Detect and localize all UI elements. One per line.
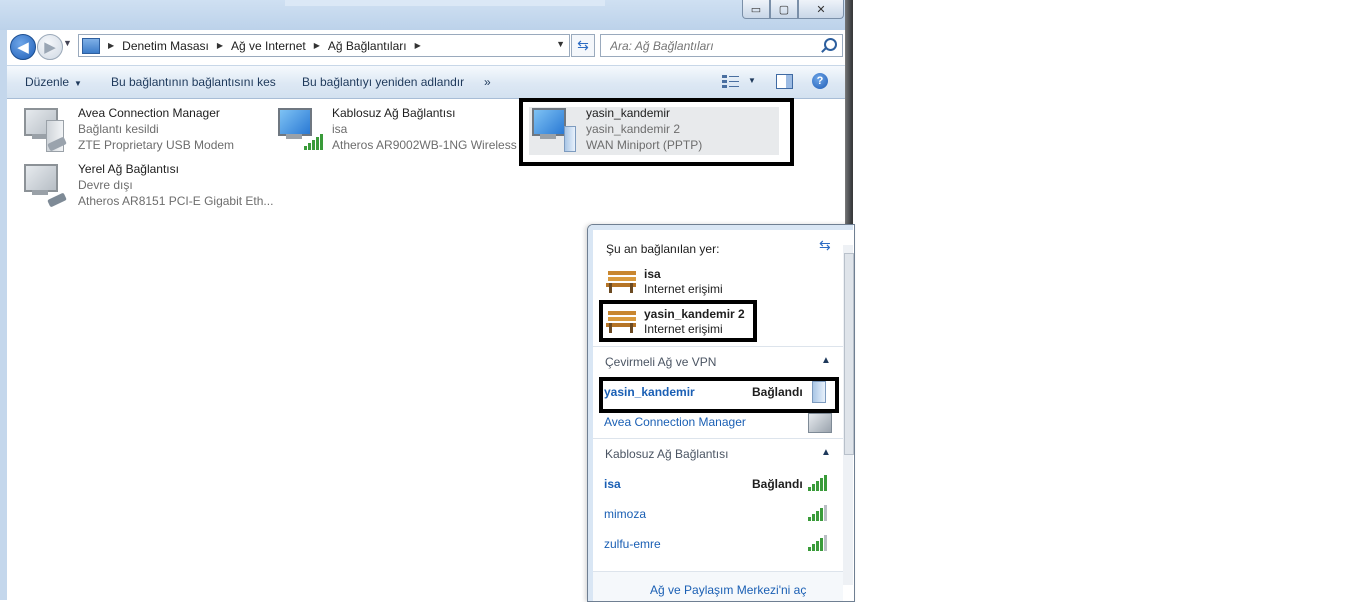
chevron-up-icon[interactable]: ▲ [821,355,831,366]
wifi-network-item[interactable]: zulfu-emre [604,537,661,551]
command-bar: Düzenle ▼ Bu bağlantının bağlantısını kes… [7,65,845,99]
signal-strength-icon [808,473,830,491]
dialup-vpn-section[interactable]: Çevirmeli Ağ ve VPN ▲ [593,346,843,375]
current-network-access: Internet erişimi [644,322,723,336]
search-box[interactable] [600,34,843,57]
connection-name: Kablosuz Ağ Bağlantısı [332,106,456,120]
connection-state: Bağlandı [752,385,803,399]
refresh-icon: ⇆ [577,37,589,53]
currently-connected-heading: Şu an bağlanılan yer: [606,242,720,256]
vpn-connection-item[interactable]: yasin_kandemir [604,385,695,399]
connection-status: isa [332,122,348,136]
connection-device: Atheros AR9002WB-1NG Wireless ... [332,138,531,152]
connection-name: Yerel Ağ Bağlantısı [78,162,179,176]
refresh-icon[interactable]: ⇆ [819,237,831,254]
signal-strength-icon [808,503,830,521]
rename-button[interactable]: Bu bağlantıyı yeniden adlandır [302,75,464,89]
maximize-button[interactable]: ▢ [770,0,798,19]
chevron-down-icon: ▼ [74,79,82,88]
refresh-button[interactable]: ⇆ [571,34,595,57]
address-dropdown-icon[interactable]: ▼ [556,39,565,49]
vpn-icon [812,381,826,403]
title-glow [285,0,605,6]
wireless-icon [276,106,324,154]
chevron-up-icon[interactable]: ▲ [821,447,831,458]
connection-device: Atheros AR8151 PCI-E Gigabit Eth... [78,194,274,208]
help-icon[interactable]: ? [812,73,828,89]
connection-ethernet[interactable]: Yerel Ağ Bağlantısı Devre dışı Atheros A… [22,162,274,218]
open-network-sharing-center-link[interactable]: Ağ ve Paylaşım Merkezi'ni aç [593,571,843,601]
wifi-network-item[interactable]: isa [604,477,621,491]
wireless-section[interactable]: Kablosuz Ağ Bağlantısı ▲ [593,438,843,467]
connection-state: Bağlandı [752,477,803,491]
breadcrumb-network-connections[interactable]: Ağ Bağlantıları [328,39,407,53]
control-panel-icon [82,37,100,54]
breadcrumb-separator-icon[interactable]: ▶ [314,41,320,50]
minimize-button[interactable]: ▭ [742,0,770,19]
signal-strength-icon [808,533,830,551]
screen-edge [845,0,853,230]
section-title: Çevirmeli Ağ ve VPN [605,355,717,369]
change-view-icon[interactable] [722,74,739,88]
connection-wireless[interactable]: Kablosuz Ağ Bağlantısı isa Atheros AR900… [276,106,530,162]
connection-name: yasin_kandemir [586,106,671,120]
preview-pane-icon[interactable] [776,74,793,89]
connection-device: ZTE Proprietary USB Modem [78,138,235,152]
address-bar[interactable]: ▶ Denetim Masası ▶ Ağ ve Internet ▶ Ağ B… [78,34,570,57]
back-arrow-icon: ◀ [17,39,29,56]
window-left-border [0,30,7,600]
view-options-dropdown-icon[interactable]: ▼ [748,76,756,85]
ethernet-icon [22,162,70,210]
caption-buttons: ▭ ▢ ✕ [742,0,844,19]
connection-status: Devre dışı [78,178,133,192]
modem-icon [808,413,832,433]
breadcrumb-control-panel[interactable]: Denetim Masası [122,39,209,53]
forward-button[interactable]: ▶ [37,34,63,60]
section-title: Kablosuz Ağ Bağlantısı [605,447,729,461]
connection-avea[interactable]: Avea Connection Manager Bağlantı kesildi… [22,106,262,162]
organize-label: Düzenle [25,75,70,89]
connection-device: WAN Miniport (PPTP) [586,138,703,152]
network-flyout: Şu an bağlanılan yer: ⇆ isa Internet eri… [587,224,855,602]
forward-arrow-icon: ▶ [44,39,56,56]
scrollbar-thumb[interactable] [844,253,854,455]
current-network-name: yasin_kandemir 2 [644,307,745,321]
breadcrumb-network-internet[interactable]: Ağ ve Internet [231,39,306,53]
breadcrumb-separator-icon[interactable]: ▶ [217,41,223,50]
breadcrumb-separator-icon[interactable]: ▶ [415,41,421,50]
close-button[interactable]: ✕ [798,0,844,19]
footer-link-text: Ağ ve Paylaşım Merkezi'ni aç [650,583,807,597]
public-network-icon [606,307,636,333]
wifi-network-item[interactable]: mimoza [604,507,646,521]
more-commands-button[interactable]: » [484,75,491,89]
public-network-icon [606,267,636,293]
search-icon[interactable] [824,38,837,51]
minimize-icon: ▭ [750,3,762,16]
current-network-access: Internet erişimi [644,282,723,296]
connection-name: Avea Connection Manager [78,106,220,120]
connection-vpn[interactable]: yasin_kandemir yasin_kandemir 2 WAN Mini… [530,106,776,162]
modem-icon [22,106,70,154]
disconnect-button[interactable]: Bu bağlantının bağlantısını kes [111,75,276,89]
recent-pages-dropdown[interactable]: ▼ [63,38,72,48]
dialup-connection-item[interactable]: Avea Connection Manager [604,415,746,429]
search-input[interactable] [608,37,812,54]
organize-button[interactable]: Düzenle ▼ [25,75,82,89]
flyout-scrollbar[interactable] [843,245,854,585]
connection-status: yasin_kandemir 2 [586,122,681,136]
connection-status: Bağlantı kesildi [78,122,159,136]
back-button[interactable]: ◀ [10,34,36,60]
close-icon: ✕ [816,3,826,16]
maximize-icon: ▢ [778,3,790,16]
breadcrumb-separator-icon[interactable]: ▶ [108,41,114,50]
current-network-name: isa [644,267,661,281]
vpn-icon [530,106,578,154]
